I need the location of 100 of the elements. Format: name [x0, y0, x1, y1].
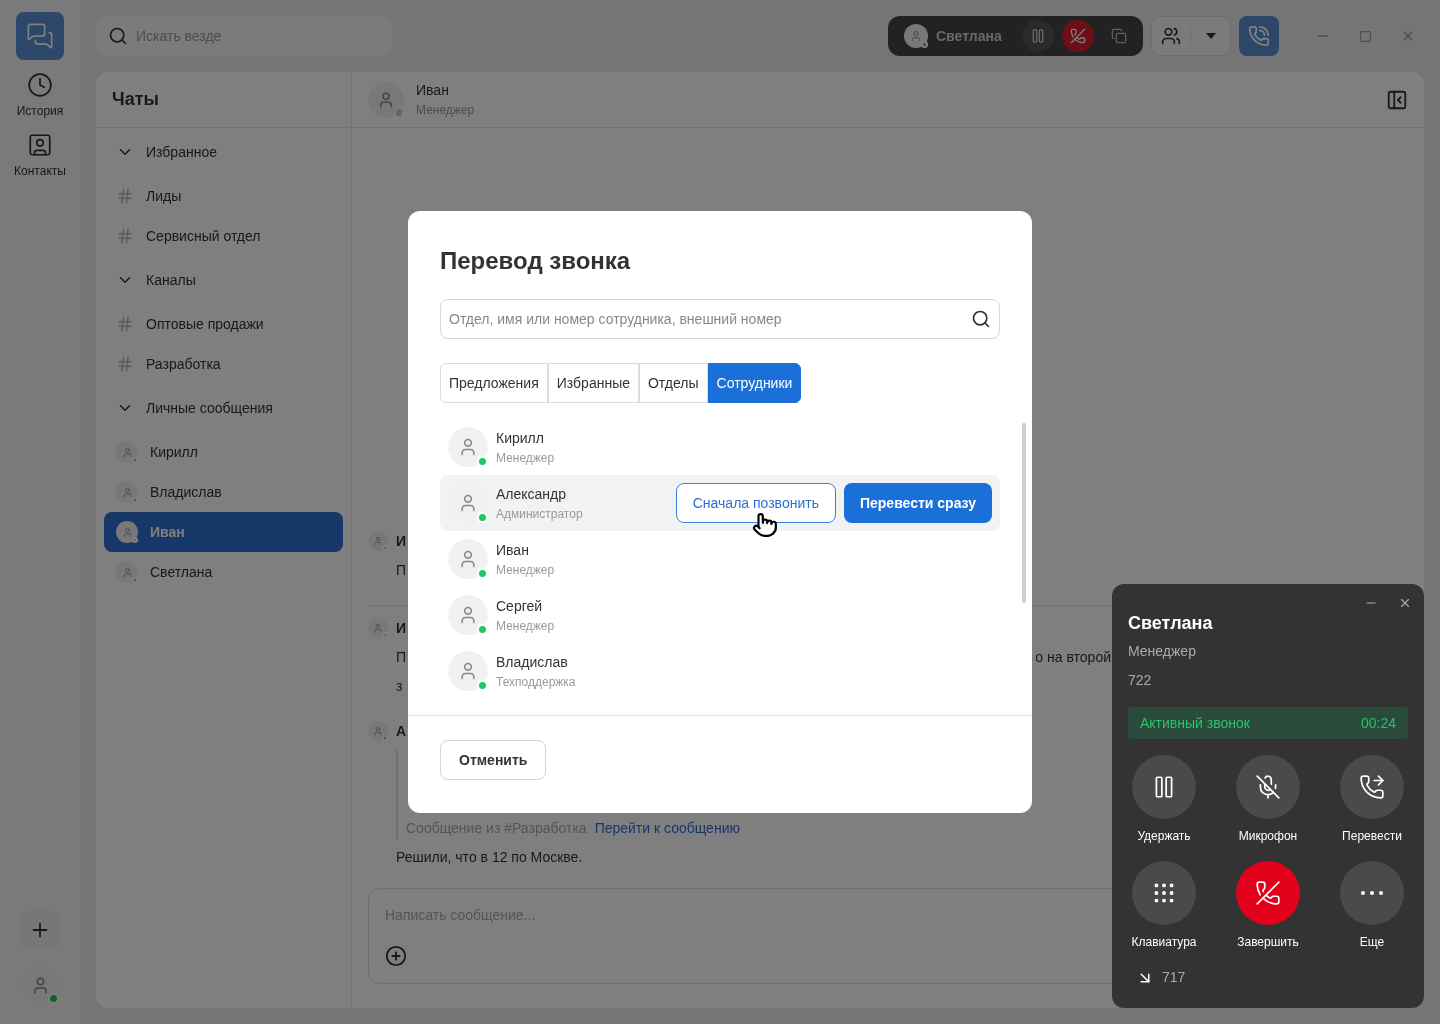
message-author: А — [396, 722, 407, 741]
chat-item[interactable]: Кирилл — [104, 432, 343, 472]
dialog-title: Перевод звонка — [440, 246, 632, 276]
more-icon — [1361, 891, 1383, 895]
message-text: Решили, что в 12 по Москве. — [396, 848, 583, 867]
message-text: П — [396, 648, 407, 667]
person-icon — [458, 493, 478, 513]
caller-role: Менеджер — [1128, 642, 1197, 661]
tab[interactable]: Предложения — [440, 363, 548, 403]
channel-item[interactable]: Разработка — [104, 344, 343, 384]
control-label: Завершить — [1237, 934, 1299, 951]
tab[interactable]: Отделы — [639, 363, 708, 403]
section-header[interactable]: Избранное — [104, 128, 343, 176]
rail-label: История — [16, 103, 64, 120]
phone-icon — [1248, 25, 1270, 47]
app-logo[interactable] — [16, 12, 64, 60]
call-status-bar: Активный звонок 00:24 — [1128, 707, 1408, 739]
call-first-button[interactable]: Сначала позвонить — [675, 483, 836, 523]
dialpad-button[interactable] — [1239, 16, 1279, 56]
contact-name: Кирилл — [496, 428, 545, 448]
search-icon — [971, 309, 991, 329]
tab[interactable]: Сотрудники — [707, 363, 802, 403]
caller-name: Светлана — [936, 26, 1002, 46]
incoming-number: 717 — [1162, 968, 1186, 987]
contact-row[interactable]: Владислав Техподдержка — [440, 643, 1000, 699]
search-icon — [108, 26, 128, 46]
person-icon — [458, 661, 478, 681]
section-header[interactable]: Каналы — [104, 256, 343, 304]
people-icon — [1161, 26, 1181, 46]
message-text: о на второй — [1035, 648, 1111, 667]
search-field[interactable]: Отдел, имя или номер сотрудника, внешний номер — [440, 299, 1000, 339]
chat-bubbles-icon — [26, 22, 54, 50]
person-icon — [373, 623, 383, 633]
contact-name: Владислав — [496, 652, 569, 672]
hold-button[interactable] — [1021, 20, 1054, 52]
contact-role: Менеджер — [496, 561, 556, 579]
clock-icon — [27, 72, 53, 98]
message-text: з — [396, 677, 403, 696]
section-header[interactable]: Личные сообщения — [104, 384, 343, 432]
cancel-button[interactable]: Отменить — [440, 740, 547, 780]
person-icon — [458, 437, 478, 457]
control-label: Клавиатура — [1131, 934, 1197, 951]
transfer-now-button[interactable]: Перевести сразу — [843, 483, 992, 523]
channel-item[interactable]: Оптовые продажи — [104, 304, 343, 344]
contact-name: Иван — [416, 81, 450, 100]
close-icon[interactable] — [1398, 596, 1412, 610]
contact-row[interactable]: Кирилл Менеджер — [440, 419, 1000, 475]
hash-icon — [116, 355, 134, 373]
person-icon — [121, 526, 133, 538]
person-icon — [121, 566, 133, 578]
contact-role: Менеджер — [496, 617, 556, 635]
control-label: Удержать — [1137, 828, 1191, 845]
person-icon — [121, 446, 133, 458]
contact-row[interactable]: Иван Менеджер — [440, 531, 1000, 587]
chat-item[interactable]: Владислав — [104, 472, 343, 512]
hash-icon — [116, 315, 134, 333]
rail-item[interactable]: История — [16, 72, 64, 120]
contact-card-icon — [27, 132, 53, 158]
message-author: И — [396, 532, 407, 551]
person-icon — [910, 30, 922, 42]
contacts-dropdown[interactable] — [1151, 16, 1231, 56]
scrollbar-thumb[interactable] — [1022, 423, 1026, 603]
caller-number: 722 — [1128, 671, 1153, 690]
hang-up-icon — [1069, 28, 1086, 44]
caret-icon — [1205, 33, 1216, 39]
message-link[interactable]: Перейти к сообщению — [594, 818, 740, 839]
mic-off-icon — [1255, 774, 1281, 800]
hash-icon — [116, 227, 134, 245]
panel-toggle-icon[interactable] — [1386, 88, 1408, 111]
contact-role: Техподдержка — [496, 673, 577, 691]
contact-row[interactable]: Сергей Менеджер — [440, 587, 1000, 643]
attach-icon[interactable] — [385, 945, 407, 967]
message-author: И — [396, 619, 407, 638]
control-label: Микрофон — [1238, 828, 1298, 845]
hash-icon — [116, 187, 134, 205]
phone-forward-icon — [1359, 774, 1385, 800]
person-icon — [373, 536, 383, 546]
control-label: Еще — [1359, 934, 1385, 951]
rail-item[interactable]: Контакты — [14, 132, 66, 180]
copy-icon[interactable] — [1111, 28, 1127, 44]
channel-item[interactable]: Лиды — [104, 176, 343, 216]
hang-up-button[interactable] — [1061, 20, 1094, 52]
contact-role: Менеджер — [496, 449, 556, 467]
caller-name: Светлана — [1128, 612, 1214, 635]
tab[interactable]: Избранные — [547, 363, 639, 403]
chat-item[interactable]: Светлана — [104, 552, 343, 592]
chat-item[interactable]: Иван — [104, 512, 343, 552]
person-icon — [458, 549, 478, 569]
contact-name: Сергей — [496, 596, 544, 616]
contact-row[interactable]: Александр Администратор Сначала позвонить Перевести сразу — [440, 475, 1000, 531]
contact-name: Иван — [496, 540, 530, 560]
panel-title: Чаты — [112, 88, 159, 111]
add-button[interactable] — [20, 910, 60, 950]
person-icon — [377, 90, 395, 109]
person-icon — [458, 605, 478, 625]
rail-label: Контакты — [14, 163, 66, 180]
person-icon — [373, 726, 383, 736]
hand-cursor-icon — [752, 512, 778, 538]
channel-item[interactable]: Сервисный отдел — [104, 216, 343, 256]
contact-role: Администратор — [496, 505, 584, 523]
